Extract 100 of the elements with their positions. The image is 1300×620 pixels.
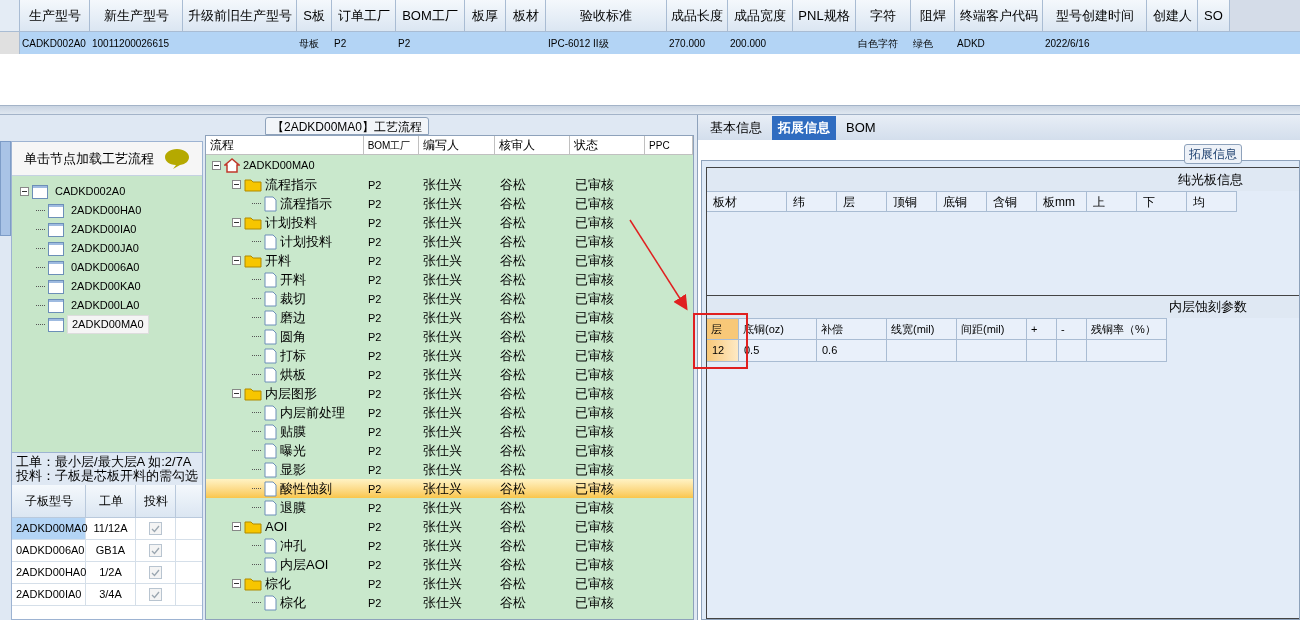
tree-row[interactable]: 2ADKD00MA0 [206,156,693,175]
column-header[interactable]: 工单 [86,485,136,517]
column-header[interactable]: 型号创建时间 [1043,0,1147,31]
tree-item[interactable]: 0ADKD006A0 [67,259,144,276]
tree-item[interactable]: 2ADKD00JA0 [67,240,143,257]
tab[interactable]: 基本信息 [704,116,768,140]
tree-row[interactable]: 裁切 P2 张仕兴 谷松 已审核 [206,289,693,308]
table-cell[interactable]: 2ADKD00IA0 [12,584,86,605]
tree-row[interactable]: 酸性蚀刻 P2 张仕兴 谷松 已审核 [206,479,693,498]
table-cell[interactable]: 2ADKD00HA0 [12,562,86,583]
collapse-toggle[interactable] [20,187,29,196]
column-header[interactable]: 新生产型号 [90,0,183,31]
tree-item[interactable]: 2ADKD00IA0 [67,221,141,238]
column-header[interactable]: 底铜 [937,191,987,212]
column-header[interactable]: 层 [837,191,887,212]
checkbox[interactable] [149,522,162,535]
column-header[interactable]: 核审人 [495,136,571,154]
tree-row[interactable]: 开料 P2 张仕兴 谷松 已审核 [206,270,693,289]
tree-row[interactable]: 内层前处理 P2 张仕兴 谷松 已审核 [206,403,693,422]
column-header[interactable]: 线宽(mil) [887,318,957,340]
column-header[interactable]: 成品长度 [667,0,728,31]
column-header[interactable]: 字符 [856,0,911,31]
collapse-toggle[interactable] [232,389,241,398]
tree-row[interactable]: 冲孔 P2 张仕兴 谷松 已审核 [206,536,693,555]
checkbox[interactable] [149,544,162,557]
column-header[interactable]: 升级前旧生产型号 [183,0,297,31]
column-header[interactable]: 板mm [1037,191,1087,212]
column-header[interactable]: 投料 [136,485,176,517]
column-header[interactable]: 补偿 [817,318,887,340]
collapse-toggle[interactable] [232,180,241,189]
column-header[interactable]: BOM工厂 [396,0,465,31]
collapse-toggle[interactable] [232,218,241,227]
tree-item[interactable]: 2ADKD00MA0 [67,315,149,334]
column-header[interactable]: - [1057,318,1087,340]
column-header[interactable]: 验收标准 [546,0,667,31]
column-header[interactable]: 顶铜 [887,191,937,212]
tree-row[interactable]: 打标 P2 张仕兴 谷松 已审核 [206,346,693,365]
tree-row[interactable]: 计划投料 P2 张仕兴 谷松 已审核 [206,213,693,232]
tree-item[interactable]: 2ADKD00LA0 [67,297,144,314]
tree-row[interactable]: 开料 P2 张仕兴 谷松 已审核 [206,251,693,270]
tree-row[interactable]: 退膜 P2 张仕兴 谷松 已审核 [206,498,693,517]
table-cell[interactable]: 0ADKD006A0 [12,540,86,561]
tree-row[interactable]: 流程指示 P2 张仕兴 谷松 已审核 [206,194,693,213]
column-header[interactable]: 间距(mil) [957,318,1027,340]
column-header[interactable]: 订单工厂 [332,0,396,31]
collapse-toggle[interactable] [232,256,241,265]
column-header[interactable]: 编写人 [418,136,496,154]
table-cell: 谷松 [500,290,526,306]
column-header[interactable]: 均 [1187,191,1237,212]
column-header[interactable]: 流程 [206,136,364,154]
column-header[interactable]: BOM工厂 [363,136,419,154]
column-header[interactable]: 终端客户代码 [955,0,1043,31]
column-header[interactable]: PNL规格 [793,0,856,31]
column-header[interactable]: 下 [1137,191,1187,212]
table-cell: 谷松 [500,556,526,572]
column-header[interactable]: 上 [1087,191,1137,212]
tree-row[interactable]: 曝光 P2 张仕兴 谷松 已审核 [206,441,693,460]
column-header[interactable]: 纬 [787,191,837,212]
tree-row[interactable]: 计划投料 P2 张仕兴 谷松 已审核 [206,232,693,251]
tree-row[interactable]: 棕化 P2 张仕兴 谷松 已审核 [206,574,693,593]
tree-row[interactable]: 贴膜 P2 张仕兴 谷松 已审核 [206,422,693,441]
column-header[interactable]: 阻焊 [911,0,955,31]
tree-label: 内层AOI [280,555,329,574]
tree-row[interactable]: 内层AOI P2 张仕兴 谷松 已审核 [206,555,693,574]
tree-row[interactable]: 烘板 P2 张仕兴 谷松 已审核 [206,365,693,384]
column-header[interactable]: 残铜率（%） [1087,318,1167,340]
checkbox[interactable] [149,588,162,601]
column-header[interactable]: 生产型号 [20,0,90,31]
table-cell: 谷松 [500,575,526,591]
table-cell: 已审核 [575,176,614,192]
column-header[interactable]: 状态 [570,136,646,154]
column-header[interactable]: 成品宽度 [728,0,793,31]
column-header[interactable]: 含铜 [987,191,1037,212]
tree-row[interactable]: AOI P2 张仕兴 谷松 已审核 [206,517,693,536]
column-header[interactable]: S板 [297,0,332,31]
checkbox[interactable] [149,566,162,579]
tab[interactable]: BOM [840,116,882,140]
tree-row[interactable]: 圆角 P2 张仕兴 谷松 已审核 [206,327,693,346]
column-header[interactable]: 子板型号 [12,485,86,517]
column-header[interactable]: + [1027,318,1057,340]
collapse-toggle[interactable] [232,522,241,531]
tree-row[interactable]: 显影 P2 张仕兴 谷松 已审核 [206,460,693,479]
tree-item[interactable]: 2ADKD00KA0 [67,278,145,295]
tab[interactable]: 拓展信息 [772,116,836,140]
table-cell[interactable]: 2ADKD00MA0 [12,518,86,539]
column-header[interactable]: 板材 [506,0,546,31]
column-header[interactable]: 创建人 [1147,0,1198,31]
tree-item[interactable]: CADKD002A0 [51,183,130,200]
tree-item[interactable]: 2ADKD00HA0 [67,202,146,219]
tree-row[interactable]: 棕化 P2 张仕兴 谷松 已审核 [206,593,693,612]
tree-row[interactable]: 内层图形 P2 张仕兴 谷松 已审核 [206,384,693,403]
column-header[interactable]: 层 [707,318,739,340]
tree-row[interactable]: 磨边 P2 张仕兴 谷松 已审核 [206,308,693,327]
collapse-toggle[interactable] [232,579,241,588]
tree-row[interactable]: 流程指示 P2 张仕兴 谷松 已审核 [206,175,693,194]
column-header[interactable]: PPC [645,136,693,154]
column-header[interactable]: 板厚 [465,0,506,31]
collapse-toggle[interactable] [212,161,221,170]
column-header[interactable]: 板材 [707,191,787,212]
table-row[interactable]: CADKD002A0 10011200026615 母板 P2 P2 IPC-6012 II级 270.000 200.000 白色字符 绿色 ADKD 2022/6/16 [0,32,1300,54]
